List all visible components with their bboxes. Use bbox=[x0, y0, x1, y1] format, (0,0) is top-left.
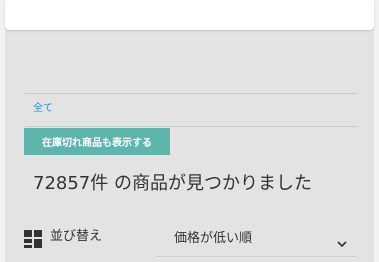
page-left-margin bbox=[0, 0, 5, 262]
divider-bottom bbox=[25, 126, 357, 127]
chevron-down-icon bbox=[336, 234, 348, 248]
header-panel bbox=[5, 0, 374, 30]
result-count-text: 72857件 の商品が見つかりました bbox=[33, 173, 312, 194]
category-link-all[interactable]: 全て bbox=[33, 103, 53, 115]
sort-order-select[interactable]: 価格が低い順 bbox=[157, 222, 356, 257]
sort-selected-value: 価格が低い順 bbox=[174, 231, 253, 246]
grid-sort-icon bbox=[24, 230, 42, 248]
sort-label: 並び替え bbox=[50, 229, 103, 244]
divider-top bbox=[25, 93, 357, 94]
show-out-of-stock-button[interactable]: 在庫切れ商品も表示する bbox=[24, 128, 170, 155]
page-right-margin bbox=[374, 0, 379, 262]
